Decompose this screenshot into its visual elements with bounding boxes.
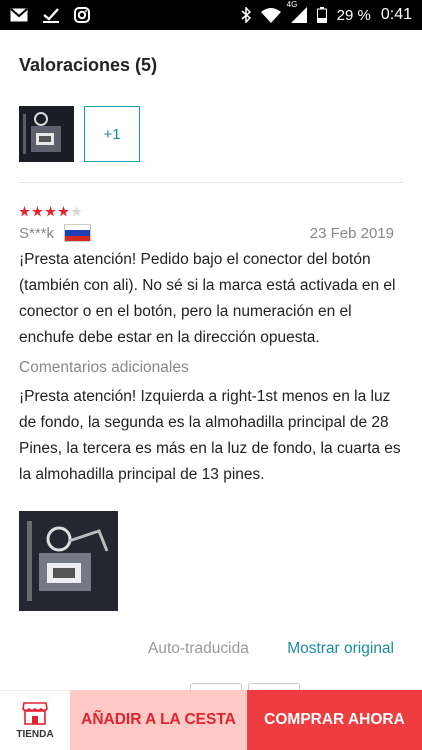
wifi-icon [260, 7, 281, 23]
reviewer-name: S***k [19, 224, 55, 242]
battery-percent: 29 % [336, 6, 371, 24]
store-label: TIENDA [16, 729, 54, 740]
divider [19, 182, 403, 183]
star-filled-icon [58, 206, 69, 217]
review-photos-strip: +1 [19, 106, 140, 162]
bluetooth-icon [241, 7, 251, 23]
bottom-action-bar: TIENDA AÑADIR A LA CESTA COMPRAR AHORA [0, 690, 422, 750]
instagram-icon [74, 7, 90, 23]
review-text: ¡Presta atención! Pedido bajo el conecto… [19, 251, 396, 346]
store-icon [22, 702, 48, 725]
star-filled-icon [32, 206, 43, 217]
buy-now-button[interactable]: COMPRAR AHORA [247, 690, 422, 750]
review-photo-thumbnail[interactable] [19, 106, 74, 162]
check-icon [42, 7, 60, 23]
gmail-icon [10, 8, 28, 22]
additional-comments-text: ¡Presta atención! Izquierda a right-1st … [19, 388, 401, 483]
star-rating [19, 206, 82, 217]
signal-icon: 4G [287, 0, 307, 23]
reviews-title: Valoraciones (5) [19, 55, 158, 75]
russia-flag-icon [64, 224, 92, 242]
review-photo[interactable] [19, 511, 118, 611]
status-bar: 4G 29 % 0:41 [0, 0, 422, 30]
auto-translated-label: Auto-traducida [148, 640, 249, 657]
review-date: 23 Feb 2019 [309, 224, 394, 242]
battery-icon [316, 7, 327, 23]
add-to-cart-button[interactable]: AÑADIR A LA CESTA [70, 690, 247, 750]
review-meta: S***k 23 Feb 2019 [19, 224, 394, 242]
star-empty-icon [71, 206, 82, 217]
star-filled-icon [19, 206, 30, 217]
translation-row: Auto-traducida Mostrar original [148, 640, 394, 658]
clock: 0:41 [380, 6, 412, 23]
additional-comments-label: Comentarios adicionales [19, 359, 189, 376]
star-filled-icon [45, 206, 56, 217]
show-original-link[interactable]: Mostrar original [287, 640, 394, 658]
more-photos-button[interactable]: +1 [84, 106, 140, 162]
store-button[interactable]: TIENDA [0, 690, 70, 750]
